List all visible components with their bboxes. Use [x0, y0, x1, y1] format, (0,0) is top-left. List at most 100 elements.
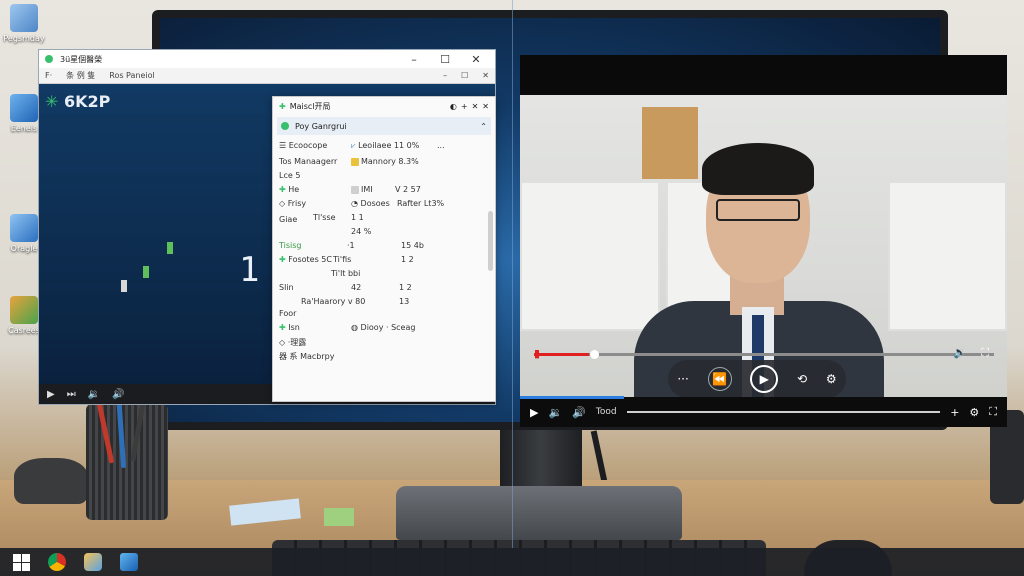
person-hair: [702, 143, 814, 195]
list-item-label: Tisisg: [279, 241, 302, 250]
taskbar-app[interactable]: [116, 551, 142, 573]
shelf: [888, 181, 1007, 331]
playback-control-pill: ··· ⏪ ▶ ⟲ ⚙: [668, 360, 846, 398]
menu-item[interactable]: 条 例 隻: [66, 70, 95, 81]
add-icon[interactable]: +: [950, 406, 959, 419]
maximize-icon[interactable]: ☐: [432, 53, 458, 66]
desktop-icon-label: Oragle: [10, 244, 38, 253]
play-icon[interactable]: ▶: [750, 365, 779, 393]
list-item-label: ·理露: [287, 338, 307, 347]
list-item[interactable]: ◇ Frisy: [279, 199, 306, 208]
seek-knob[interactable]: [590, 350, 599, 359]
marker-bar: [167, 242, 173, 254]
fullscreen-icon[interactable]: ⛶: [989, 405, 997, 419]
list-item-label: Lce 5: [279, 171, 301, 180]
menu-item[interactable]: Ros Paneiol: [109, 71, 155, 80]
metric-value: 42: [351, 283, 362, 292]
list-item[interactable]: ✚ Fosotes 5C: [279, 255, 332, 264]
list-item-label: Slin: [279, 283, 294, 292]
status-icon: [281, 122, 289, 130]
folder-icon: [10, 4, 38, 32]
fullscreen-icon[interactable]: ⛶: [981, 346, 989, 360]
list-item[interactable]: Tisisg: [279, 241, 302, 250]
volume-low-icon[interactable]: 🔉: [88, 389, 100, 400]
video-player-window[interactable]: ▮ 🔉 ⛶ ··· ⏪ ▶ ⟲ ⚙ ▶ 🔉 🔊 Tood + ⚙ ⛶: [520, 55, 1007, 427]
list-item-label: 器 系 Macbrpy: [279, 352, 335, 361]
list-item[interactable]: ☰ Ecoocope: [279, 141, 327, 150]
skip-back-icon[interactable]: ⏪: [707, 367, 732, 391]
task-manager-panel[interactable]: ✚ Maiscl开局 ◐ + ✕ ✕ Poy Ganrgrui ⌃ ☰ Ecoo…: [272, 96, 496, 402]
close-icon[interactable]: ✕: [472, 102, 479, 111]
volume-icon[interactable]: 🔊: [572, 406, 586, 419]
metric-extra: 13: [399, 297, 410, 306]
start-button[interactable]: [8, 551, 34, 573]
window-title: 3ü星個醫榮: [60, 54, 103, 64]
list-item[interactable]: ✚ Isn: [279, 323, 300, 332]
close-icon[interactable]: ✕: [482, 102, 489, 111]
replay-icon[interactable]: ⟲: [797, 372, 807, 386]
panel-header[interactable]: Poy Ganrgrui ⌃: [277, 117, 491, 135]
marker-bar: [143, 266, 149, 278]
list-item[interactable]: Lce 5: [279, 171, 300, 180]
add-icon[interactable]: +: [461, 102, 468, 111]
settings-icon[interactable]: ⚙: [969, 406, 979, 419]
windows-logo-icon: [12, 553, 30, 571]
metric-value: 24 %: [351, 227, 372, 236]
maximize-icon[interactable]: ☐: [461, 71, 468, 80]
minimize-icon[interactable]: –: [401, 53, 427, 66]
logo-text: 6K2P: [63, 92, 111, 111]
metric-extra: 15 4b: [401, 241, 424, 250]
minimize-icon[interactable]: –: [443, 71, 447, 80]
app-icon: [10, 94, 38, 122]
volume-icon[interactable]: 🔉: [548, 406, 562, 419]
close-icon[interactable]: ✕: [463, 53, 489, 66]
list-item[interactable]: Tos Manaagerr: [279, 157, 337, 166]
panel-title-bar[interactable]: ✚ Maiscl开局 ◐ + ✕ ✕: [273, 97, 495, 115]
chevron-up-icon[interactable]: ⌃: [480, 122, 487, 131]
desktop-icon-label: Pegsmday: [3, 34, 45, 43]
volume-icon[interactable]: 🔊: [112, 389, 124, 400]
play-icon[interactable]: ▶: [530, 406, 538, 419]
pin-icon: ✚: [279, 185, 286, 194]
play-icon[interactable]: ▶: [47, 389, 55, 400]
desktop-icon-0[interactable]: Pegsmday: [0, 4, 48, 43]
close-icon[interactable]: ✕: [482, 71, 489, 80]
list-item-label: Tos Manaagerr: [279, 157, 338, 166]
app-logo-icon: [45, 55, 53, 63]
record-icon: ▮: [534, 347, 541, 360]
taskbar-chrome[interactable]: [44, 551, 70, 573]
metric-extra: 1 1: [351, 213, 364, 222]
video-seek-bar[interactable]: [534, 350, 994, 359]
pen-cup: [86, 372, 168, 520]
more-icon[interactable]: ···: [677, 372, 688, 386]
list-item[interactable]: 器 系 Macbrpy: [279, 351, 334, 362]
logo-mark-icon: ✳: [45, 92, 59, 111]
list-item[interactable]: ✚ He: [279, 185, 299, 194]
monitor-stand-base: [396, 486, 682, 540]
info-icon[interactable]: ◐: [450, 102, 457, 111]
taskbar-app[interactable]: [80, 551, 106, 573]
time-label: Tood: [595, 407, 617, 417]
desktop-icon-label: Eeneis: [10, 124, 38, 133]
list-item[interactable]: Giae: [279, 215, 297, 224]
app-icon: [10, 214, 38, 242]
scrollbar[interactable]: [488, 211, 493, 271]
settings-icon[interactable]: ⚙: [826, 372, 837, 386]
menu-item[interactable]: F·: [45, 71, 52, 80]
list-item-label: Ecoocope: [288, 141, 328, 150]
globe-icon: ◍: [351, 323, 358, 332]
memory-icon: [351, 157, 359, 166]
metric-value: Ti'lt bbi: [331, 269, 361, 278]
next-icon[interactable]: ⏭: [67, 389, 76, 400]
list-item[interactable]: ◇ ·理露: [279, 337, 306, 348]
split-divider: [512, 0, 513, 548]
window-title-bar[interactable]: 3ü星個醫榮 – ☐ ✕: [39, 50, 495, 68]
list-item[interactable]: Slin: [279, 283, 294, 292]
metric-extra: Rafter Lt3%: [397, 199, 445, 208]
diamond-icon: ◇: [279, 338, 286, 347]
volume-icon[interactable]: 🔉: [953, 346, 967, 359]
metric-extra: 1 2: [399, 283, 412, 292]
seek-fill: [534, 353, 590, 356]
timeline[interactable]: [626, 411, 941, 413]
list-item[interactable]: Foor: [279, 309, 296, 318]
